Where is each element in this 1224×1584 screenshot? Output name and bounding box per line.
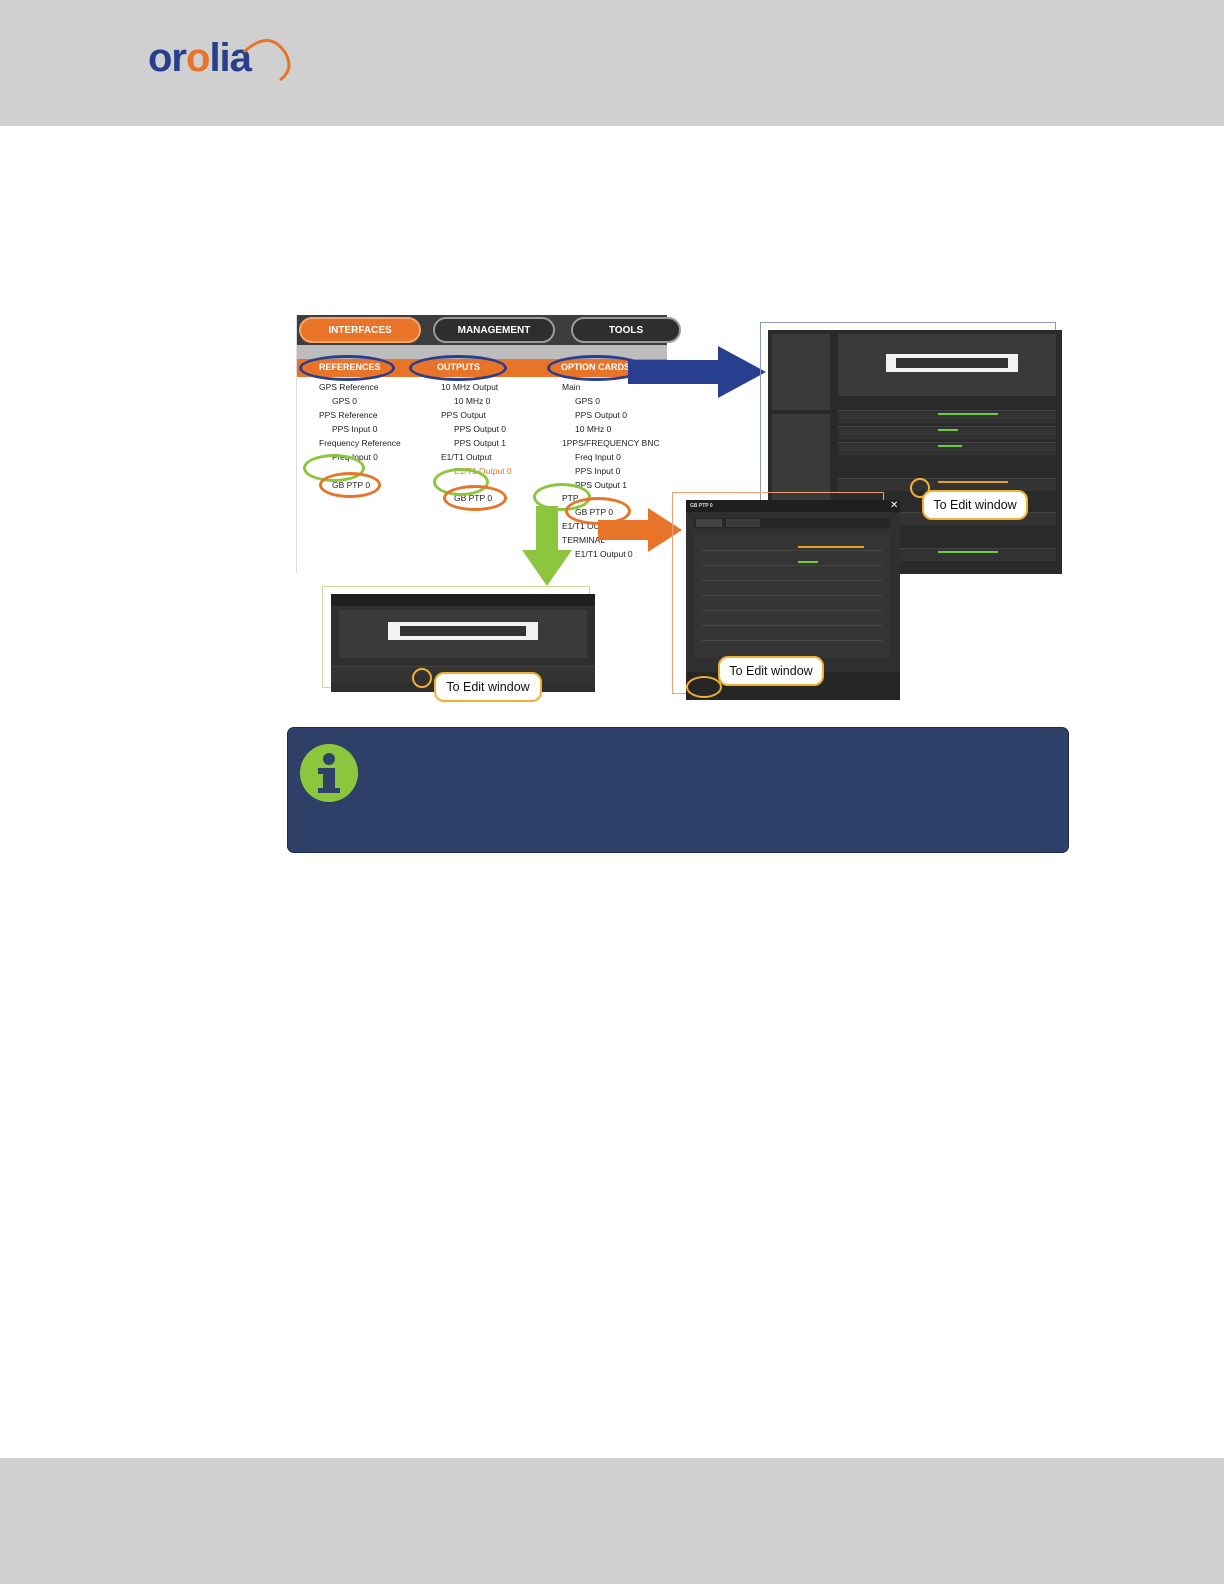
menu-item: PPS Input 0 [575,466,621,476]
tab-interfaces: INTERFACES [299,317,421,343]
menu-item: PPS Reference [319,410,378,420]
menu-item: GPS 0 [332,396,358,406]
tab-tools: TOOLS [571,317,681,343]
note-box [288,728,1068,852]
menu-item: PPS Output 0 [575,410,627,420]
callout-edit-window: To Edit window [718,656,824,686]
menu-item: GPS Reference [319,382,379,392]
menu-item: Main [562,382,581,392]
highlight-ring [686,676,722,698]
menu-item: PPS Input 0 [332,424,378,434]
callout-edit-window: To Edit window [434,672,542,702]
device-image [886,354,1018,372]
menu-item: Freq Input 0 [575,452,621,462]
tab-management: MANAGEMENT [433,317,555,343]
blue-arrow-icon [628,346,766,398]
menu-item: Frequency Reference [319,438,401,448]
figure: INTERFACES MANAGEMENT TOOLS REFERENCES O… [0,0,1224,710]
callout-edit-window: To Edit window [922,490,1028,520]
device-image [388,622,538,640]
menu-item: PPS Output 1 [454,438,506,448]
menu-item: E1/T1 Output [441,452,492,462]
green-arrow-icon [522,506,572,586]
highlight-ring [299,355,395,381]
close-icon: ✕ [890,500,899,511]
highlight-ring [412,668,432,688]
menu-item: GPS 0 [575,396,601,406]
menu-item: 10 MHz 0 [454,396,491,406]
menu-item: 10 MHz Output [441,382,499,392]
page-footer [0,1458,1224,1584]
info-icon [300,744,358,802]
highlight-ring [409,355,507,381]
menu-item: PPS Output [441,410,486,420]
menu-item: PPS Output 0 [454,424,506,434]
menu-item: 1PPS/FREQUENCY BNC [562,438,660,448]
menu-item: 10 MHz 0 [575,424,612,434]
